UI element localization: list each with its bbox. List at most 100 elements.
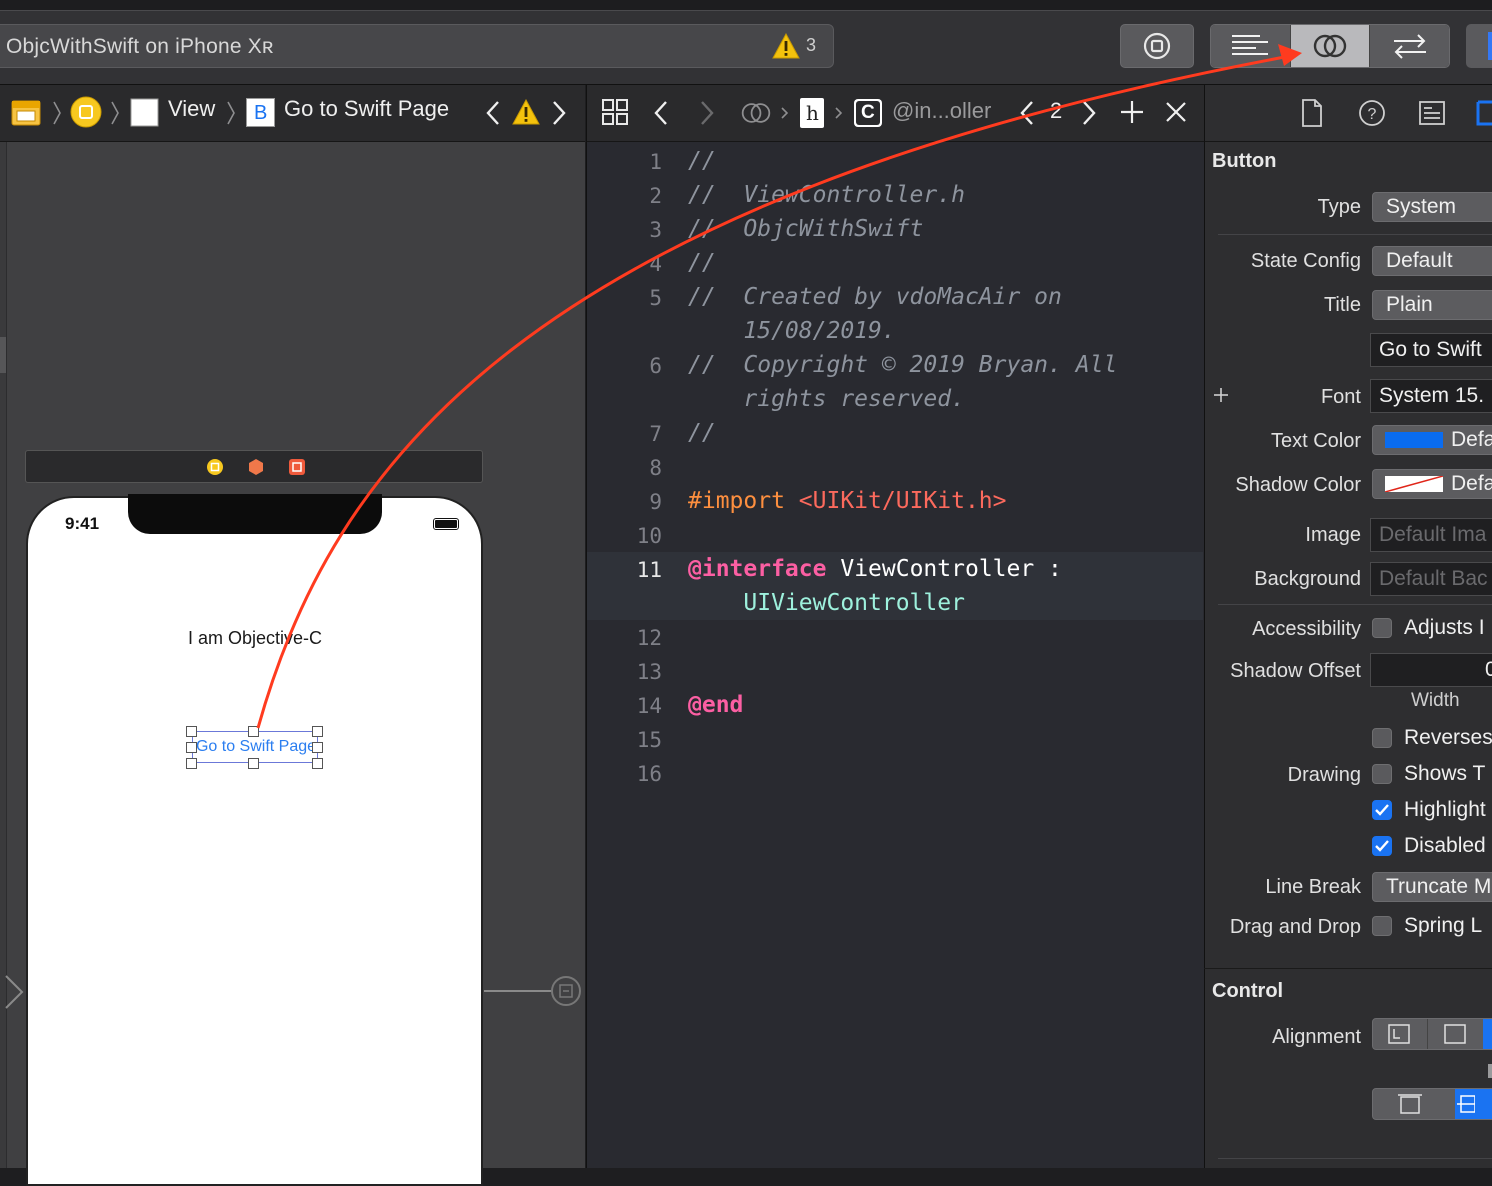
version-editor-button[interactable] <box>1370 25 1449 67</box>
spring-loaded-checkbox[interactable] <box>1372 916 1392 936</box>
navigator-toggle-button[interactable] <box>1466 24 1492 68</box>
add-editor-icon[interactable] <box>1120 100 1144 124</box>
text-color-label: Text Color <box>1270 430 1361 452</box>
resize-handle[interactable] <box>186 726 197 737</box>
disabled-adjusts-checkbox[interactable] <box>1372 836 1392 856</box>
no-color-swatch <box>1385 476 1443 492</box>
warning-icon[interactable] <box>772 33 800 59</box>
chevron-right-icon <box>835 107 843 119</box>
chevron-right-icon[interactable] <box>550 100 568 126</box>
counterpart-count: 2 <box>1050 98 1063 123</box>
scene-dock <box>25 450 483 483</box>
shows-touch-checkbox[interactable] <box>1372 764 1392 784</box>
file-inspector-icon[interactable] <box>1300 98 1324 128</box>
jump-item-go-to-swift-page[interactable]: Go to Swift Page <box>284 96 449 122</box>
align-selected-segment[interactable] <box>1455 1089 1492 1119</box>
resize-handle[interactable] <box>248 758 259 769</box>
battery-icon <box>433 518 459 530</box>
font-field[interactable]: System 15. <box>1370 379 1492 413</box>
svg-text:?: ? <box>1368 106 1377 123</box>
state-config-popup[interactable]: Default <box>1372 246 1492 276</box>
accessibility-label: Accessibility <box>1252 618 1361 640</box>
code-line: // Created by vdoMacAir on <box>688 284 1062 310</box>
code-line: // Copyright © 2019 Bryan. All <box>688 352 1118 378</box>
adjusts-image-checkbox[interactable] <box>1372 618 1392 638</box>
shadow-color-value: Defa <box>1451 472 1492 495</box>
highlighted-adjusts-checkbox[interactable] <box>1372 800 1392 820</box>
align-fill-icon <box>1457 1095 1475 1113</box>
next-counterpart-icon[interactable] <box>1080 100 1098 126</box>
view-controller-icon[interactable] <box>206 458 224 476</box>
entry-point-arrow-icon[interactable] <box>4 972 24 1012</box>
standard-editor-button[interactable] <box>1211 25 1291 67</box>
first-responder-icon[interactable] <box>247 458 265 476</box>
title-style-popup[interactable]: Plain <box>1372 290 1492 320</box>
segue-icon[interactable] <box>551 976 581 1006</box>
venn-circles-icon[interactable] <box>740 98 772 128</box>
chevron-right-icon <box>111 101 119 125</box>
end-keyword: @end <box>688 692 744 718</box>
activity-view[interactable]: ObjcWithSwift on iPhone Xʀ 3 <box>0 24 834 68</box>
button-icon[interactable]: B <box>246 98 275 127</box>
resize-handle[interactable] <box>248 726 259 737</box>
close-editor-icon[interactable] <box>1166 102 1186 122</box>
image-field[interactable]: Default Ima <box>1370 518 1492 552</box>
header-file-icon[interactable]: h <box>800 98 824 128</box>
align-center-icon[interactable] <box>1443 1023 1467 1045</box>
exit-icon[interactable] <box>288 458 306 476</box>
back-chevron-icon[interactable] <box>652 100 670 126</box>
stop-icon <box>1143 32 1171 60</box>
objective-c-label[interactable]: I am Objective-C <box>150 628 360 649</box>
assistant-editor-button[interactable] <box>1290 25 1371 67</box>
reverses-checkbox[interactable] <box>1372 728 1392 748</box>
horizontal-alignment-control[interactable] <box>1372 1018 1492 1050</box>
background-field[interactable]: Default Bac <box>1370 562 1492 596</box>
help-icon[interactable]: ? <box>1358 99 1386 127</box>
line-number: 14 <box>636 694 662 718</box>
identity-inspector-icon[interactable] <box>1418 100 1446 126</box>
text-color-well[interactable]: Defa <box>1372 425 1492 455</box>
shadow-offset-width-field[interactable]: 0 <box>1370 653 1492 687</box>
divider <box>1218 604 1492 605</box>
resize-handle[interactable] <box>186 758 197 769</box>
resize-handle[interactable] <box>186 742 197 753</box>
align-top-icon[interactable] <box>1397 1093 1423 1115</box>
stop-button[interactable] <box>1120 24 1194 68</box>
line-break-popup[interactable]: Truncate M <box>1372 872 1492 902</box>
view-controller-scene-icon[interactable] <box>70 96 102 128</box>
chevron-left-icon[interactable] <box>484 100 502 126</box>
storyboard-file-icon[interactable] <box>2 98 42 128</box>
resize-handle[interactable] <box>312 742 323 753</box>
class-icon[interactable]: C <box>854 99 882 127</box>
superclass-name: UIViewController <box>688 590 965 616</box>
align-selected-segment[interactable] <box>1483 1019 1492 1049</box>
line-number: 7 <box>649 422 662 446</box>
venn-circles-icon <box>1313 34 1347 58</box>
adjusts-image-text: Adjusts I <box>1404 616 1485 639</box>
go-to-swift-page-button[interactable]: Go to Swift Page <box>186 738 326 756</box>
vertical-alignment-control[interactable] <box>1372 1088 1492 1120</box>
jump-item-view[interactable]: View <box>168 96 215 122</box>
alignment-label: Alignment <box>1272 1026 1361 1048</box>
iphone-canvas-frame[interactable] <box>26 496 483 1186</box>
previous-counterpart-icon[interactable] <box>1018 100 1036 126</box>
align-left-icon[interactable] <box>1387 1023 1411 1045</box>
class-name: ViewController : <box>840 556 1062 582</box>
resize-handle[interactable] <box>312 758 323 769</box>
forward-chevron-icon[interactable] <box>698 100 716 126</box>
type-popup[interactable]: System <box>1372 192 1492 222</box>
related-items-grid-icon[interactable] <box>601 98 629 126</box>
warning-icon[interactable] <box>512 99 540 125</box>
symbol-path[interactable]: @in...oller <box>892 98 991 124</box>
code-line: // <box>688 420 716 446</box>
view-icon[interactable] <box>130 98 160 128</box>
button-badge: B <box>254 102 268 124</box>
line-number: 3 <box>649 218 662 242</box>
alignment-caption-stub <box>1488 1064 1492 1078</box>
resize-handle[interactable] <box>312 726 323 737</box>
add-variation-icon[interactable] <box>1212 386 1230 404</box>
attributes-inspector-icon[interactable] <box>1474 98 1492 128</box>
shadow-color-well[interactable]: Defa <box>1372 469 1492 499</box>
title-text-field[interactable]: Go to Swift <box>1370 333 1492 367</box>
line-number: 4 <box>649 252 662 276</box>
